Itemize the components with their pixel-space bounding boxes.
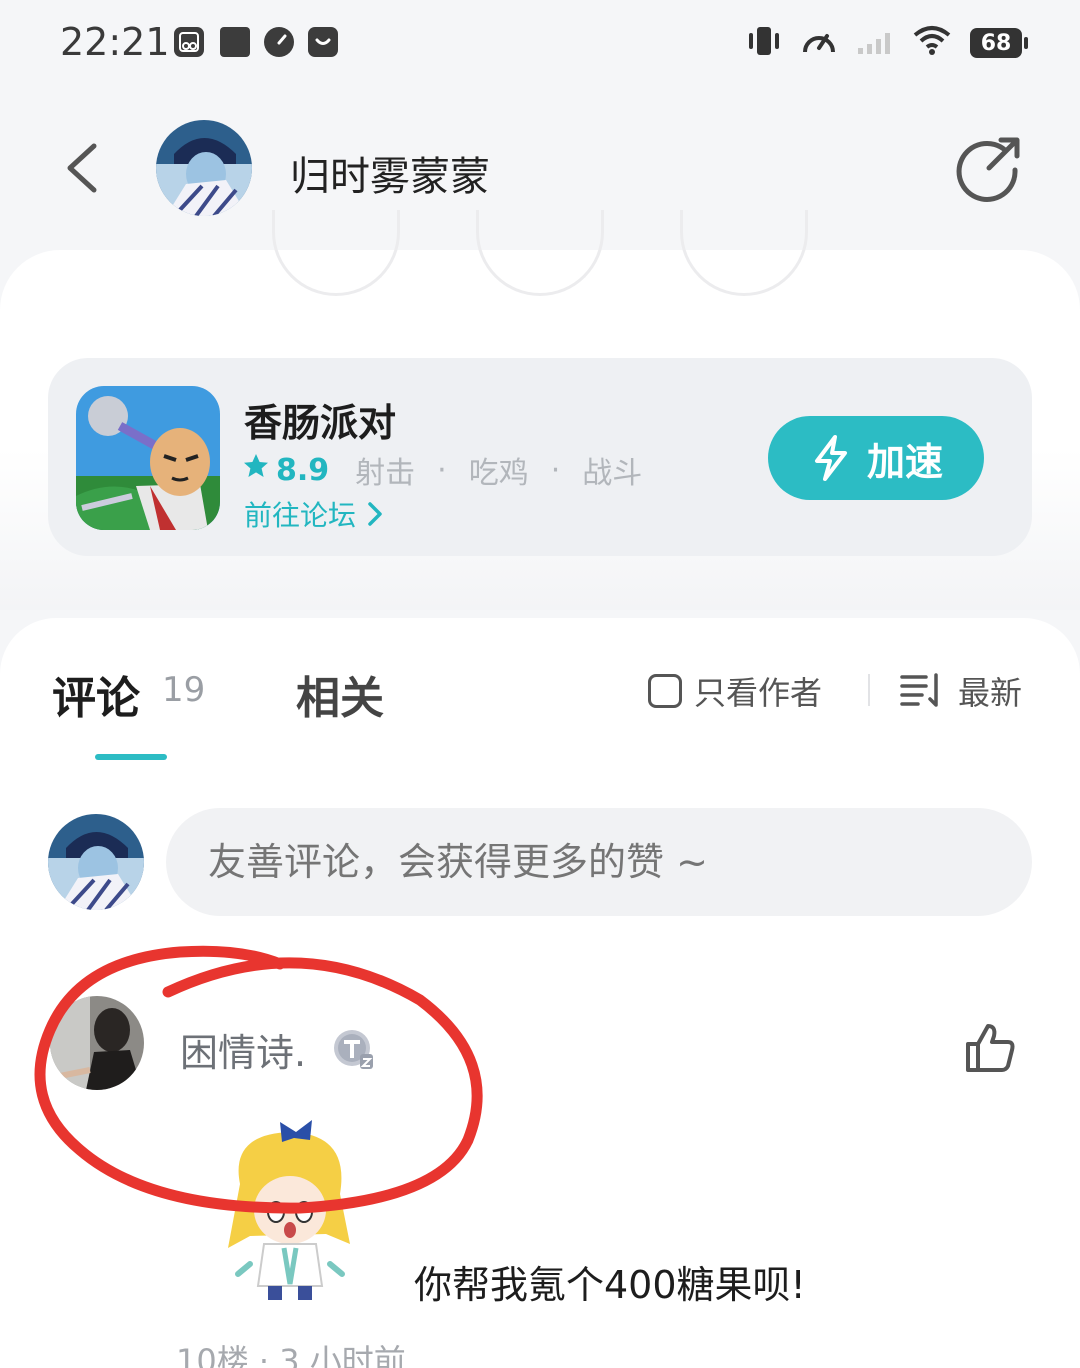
- action-circle: [272, 210, 400, 296]
- game-tag: 射击: [355, 456, 416, 491]
- share-button[interactable]: [955, 136, 1025, 202]
- sort-icon: [900, 673, 938, 707]
- author-only-toggle[interactable]: 只看作者: [648, 668, 822, 714]
- comment-time: 3 小时前: [279, 1342, 406, 1368]
- game-tag: 吃鸡: [468, 456, 529, 491]
- game-card[interactable]: 香肠派对 8.9 射击 · 吃鸡 · 战斗 前往论坛 加速: [48, 358, 1032, 556]
- book-icon: [220, 27, 250, 57]
- game-tag: 战斗: [582, 456, 643, 491]
- comment-count: 19: [162, 670, 206, 710]
- sort-button[interactable]: 最新: [900, 668, 1022, 714]
- chevron-right-icon: [368, 502, 382, 526]
- author-only-label: 只看作者: [694, 674, 823, 712]
- commenter-name[interactable]: 困情诗.: [180, 1022, 306, 1077]
- commenter-avatar[interactable]: [50, 996, 144, 1090]
- network-speed-icon: [800, 24, 838, 62]
- game-name[interactable]: 香肠派对: [244, 392, 396, 447]
- like-button[interactable]: [962, 1020, 1018, 1076]
- share-icon: [956, 137, 1020, 202]
- author-name[interactable]: 归时雾蒙蒙: [290, 144, 490, 202]
- game-meta: 8.9 射击 · 吃鸡 · 战斗: [242, 448, 642, 492]
- game-icon[interactable]: [76, 386, 220, 530]
- status-time: 22:21: [60, 20, 170, 64]
- speed-up-button[interactable]: 加速: [768, 416, 984, 500]
- comment-floor: 10楼: [176, 1342, 249, 1368]
- tag-separator: ·: [437, 452, 447, 488]
- forum-link[interactable]: 前往论坛: [244, 494, 384, 534]
- tab-comments[interactable]: 评论: [52, 662, 140, 726]
- vibrate-icon: [746, 24, 782, 62]
- comments-section: 评论 19 相关 只看作者 最新 困情诗.: [0, 618, 1080, 1368]
- action-circle: [476, 210, 604, 296]
- action-circle: [680, 210, 808, 296]
- active-tab-indicator: [95, 754, 167, 760]
- tag-separator: ·: [550, 452, 561, 488]
- forum-link-label: 前往论坛: [244, 499, 357, 532]
- status-bar: 22:21 68: [0, 0, 1080, 86]
- wifi-icon: [912, 25, 952, 61]
- game-rating: 8.9: [276, 452, 330, 488]
- level-badge-icon: [332, 1028, 374, 1070]
- more-options-icon[interactable]: ···: [968, 1354, 1005, 1368]
- thumbs-up-icon: [966, 1024, 1015, 1072]
- author-avatar[interactable]: [156, 120, 252, 216]
- my-avatar: [48, 814, 144, 910]
- comment-text: 你帮我氪个400糖果呗!: [414, 1263, 806, 1307]
- tab-related[interactable]: 相关: [296, 662, 384, 726]
- signal-icon: [856, 26, 894, 60]
- app-icon: [308, 27, 338, 57]
- comment-input[interactable]: [166, 808, 1032, 916]
- lightning-icon: [814, 435, 847, 481]
- sort-label: 最新: [958, 674, 1023, 712]
- screenshot-icon: [174, 27, 204, 57]
- star-icon: [242, 452, 270, 488]
- meta-separator: ·: [258, 1342, 280, 1368]
- speedometer-icon: [264, 27, 294, 57]
- speed-up-label: 加速: [866, 439, 943, 484]
- battery-indicator: 68: [970, 28, 1028, 58]
- chevron-left-icon: [67, 143, 97, 193]
- back-button[interactable]: [58, 138, 108, 198]
- divider: [868, 674, 870, 706]
- checkbox-icon[interactable]: [648, 674, 682, 708]
- sticker-image: [210, 1114, 370, 1304]
- comment-meta: 10楼 · 3 小时前: [176, 1336, 406, 1368]
